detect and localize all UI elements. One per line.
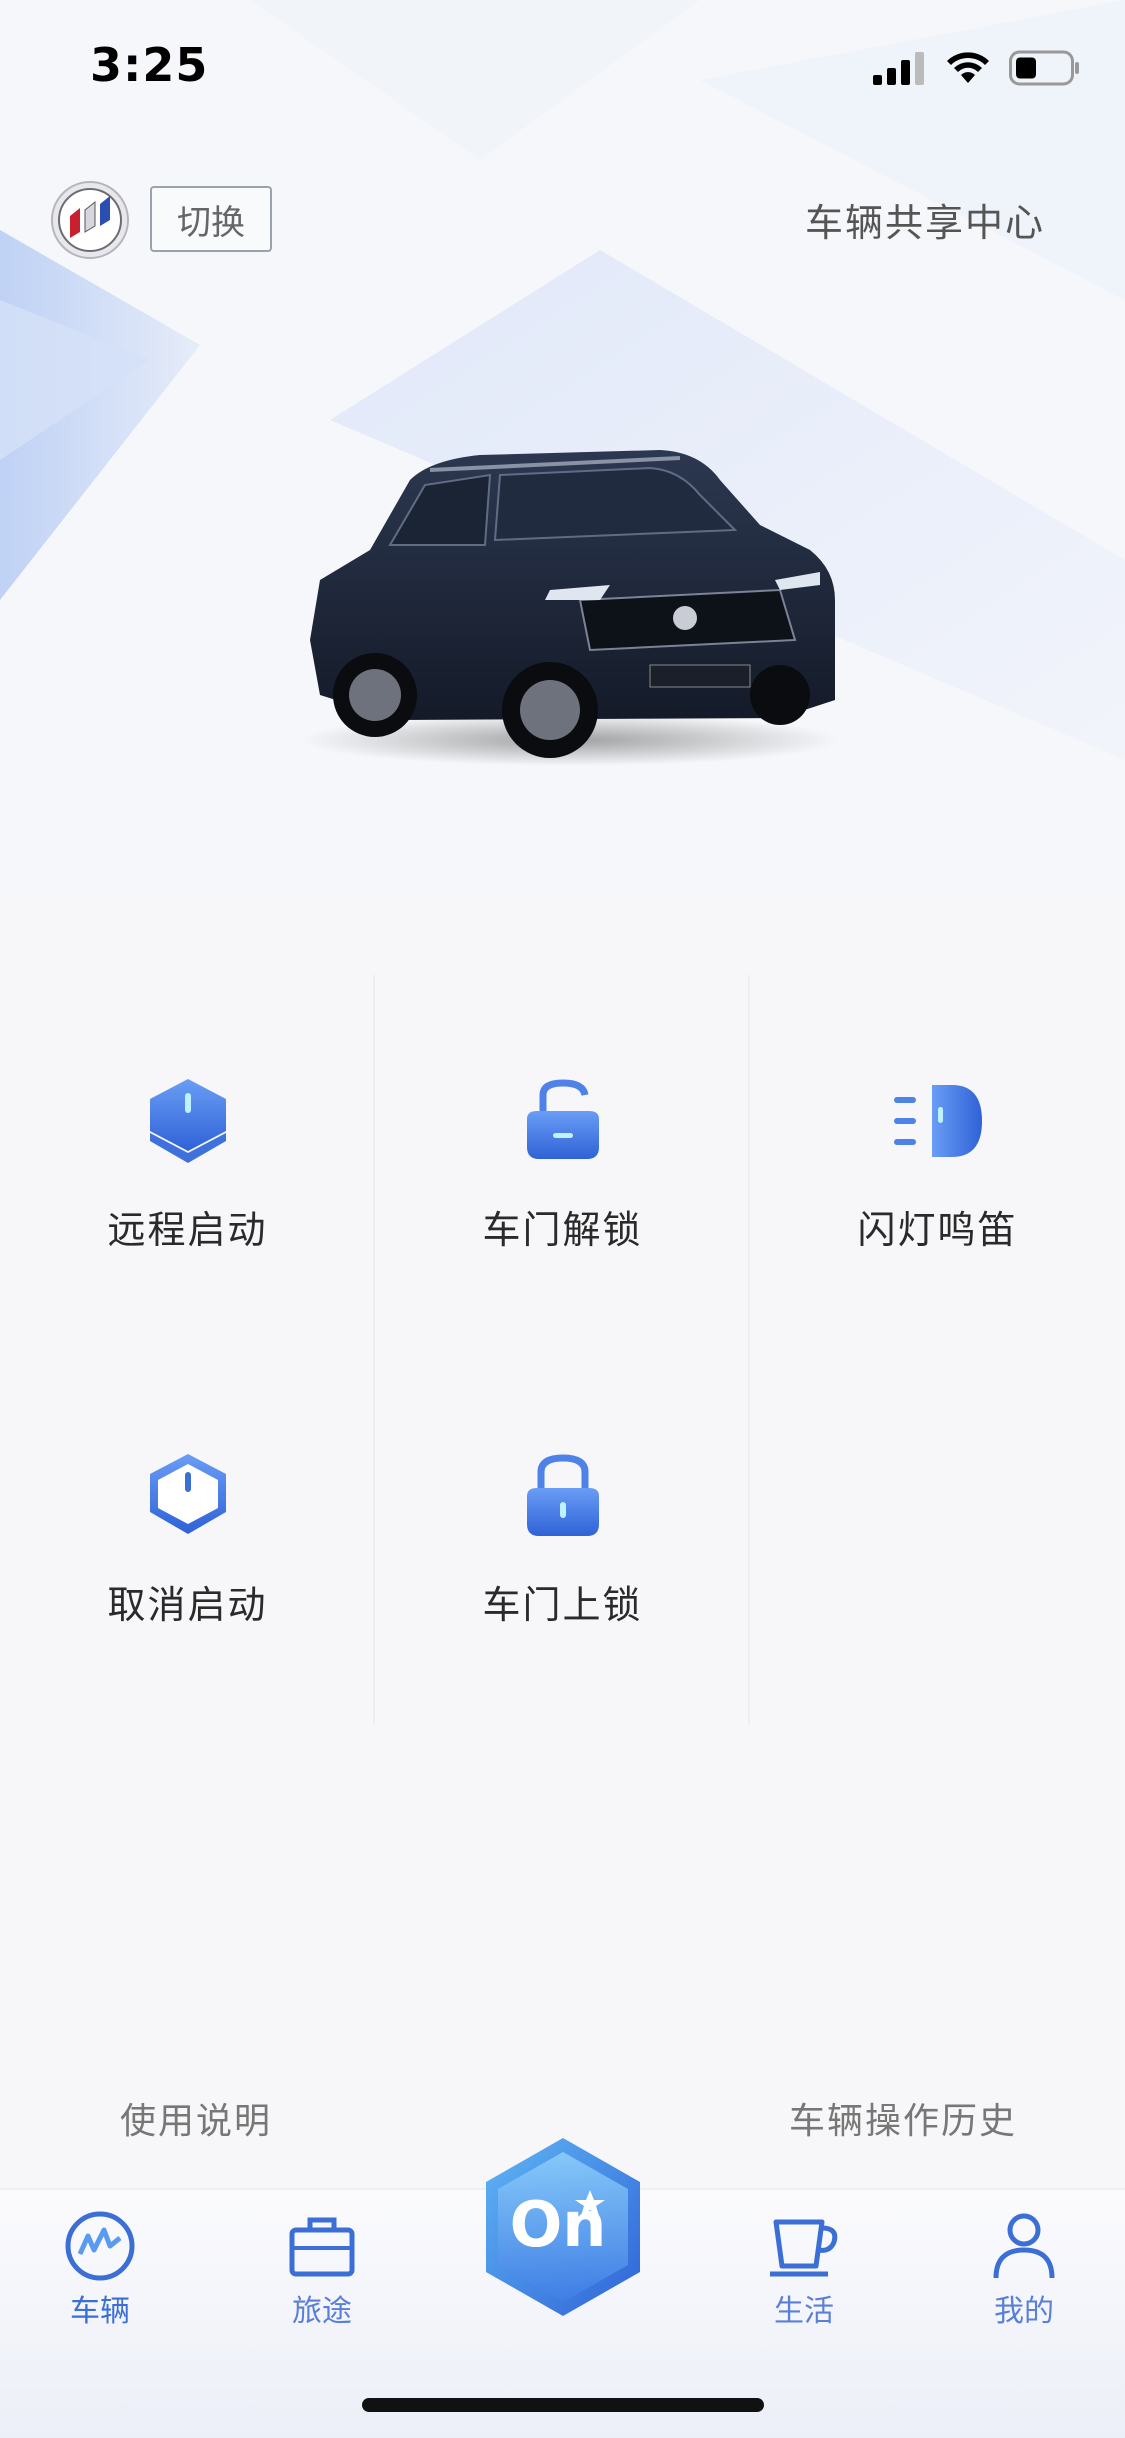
- tab-journey-label: 旅途: [292, 2294, 352, 2329]
- signal-icon: [873, 52, 924, 85]
- cancel-start-button[interactable]: 取消启动: [0, 1350, 375, 1725]
- onstar-button[interactable]: On: [478, 2134, 648, 2320]
- lock-door-label: 车门上锁: [482, 1583, 643, 1627]
- switch-button[interactable]: 切换: [150, 186, 272, 252]
- status-bar: 3:25: [0, 0, 1125, 135]
- tab-vehicle[interactable]: 车辆: [20, 2210, 180, 2330]
- vehicle-icon: [65, 2211, 135, 2281]
- unlock-icon: [526, 1079, 599, 1159]
- unlock-door-button[interactable]: 车门解锁: [375, 975, 750, 1350]
- home-indicator: [362, 2398, 764, 2412]
- instructions-link[interactable]: 使用说明: [120, 2092, 272, 2144]
- car-image: [300, 450, 840, 766]
- unlock-door-label: 车门解锁: [482, 1208, 643, 1252]
- battery-icon: [1009, 50, 1079, 86]
- flash-horn-label: 闪灯鸣笛: [857, 1208, 1018, 1252]
- brand-logo[interactable]: [50, 180, 130, 260]
- status-icons: [873, 48, 1081, 88]
- tab-mine-label: 我的: [994, 2294, 1054, 2329]
- remote-start-label: 远程启动: [107, 1208, 268, 1252]
- flash-horn-button[interactable]: 闪灯鸣笛: [750, 975, 1125, 1350]
- tab-vehicle-label: 车辆: [70, 2294, 130, 2329]
- briefcase-icon: [289, 2217, 355, 2277]
- cup-icon: [770, 2219, 838, 2277]
- cancel-start-label: 取消启动: [107, 1583, 268, 1627]
- operation-history-link[interactable]: 车辆操作历史: [789, 2092, 1017, 2144]
- status-time: 3:25: [90, 38, 209, 92]
- tab-life[interactable]: 生活: [724, 2210, 884, 2330]
- wifi-icon: [947, 52, 989, 83]
- lock-door-button[interactable]: 车门上锁: [375, 1350, 750, 1725]
- page-title: 车辆共享中心: [804, 201, 1045, 245]
- remote-start-icon: [149, 1079, 226, 1163]
- headlight-icon: [893, 1085, 982, 1157]
- tab-journey[interactable]: 旅途: [242, 2210, 402, 2330]
- cancel-start-icon: [149, 1454, 226, 1534]
- tab-mine[interactable]: 我的: [944, 2210, 1104, 2330]
- control-grid: 远程启动 车门解锁 闪灯鸣笛 取消启动 车门上锁: [0, 975, 1125, 1725]
- remote-start-button[interactable]: 远程启动: [0, 975, 375, 1350]
- user-icon: [993, 2213, 1055, 2279]
- tab-life-label: 生活: [774, 2294, 834, 2329]
- lock-icon: [526, 1454, 599, 1536]
